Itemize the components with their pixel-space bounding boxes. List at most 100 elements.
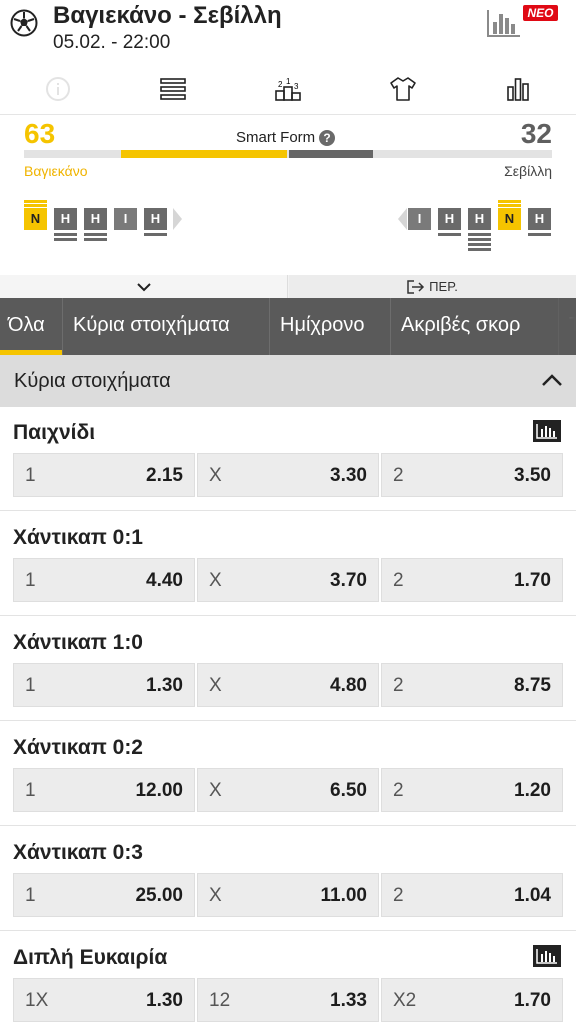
tab-main-bets[interactable]: Κύρια στοιχήματα [62,298,269,355]
more-button[interactable]: ΠΕΡ. [289,275,576,298]
form-comparison-bar [24,150,552,158]
form-marker [498,200,521,203]
tab-standings[interactable]: 213 [230,62,345,115]
tab-lineups[interactable] [345,62,460,115]
form-result: I [114,208,137,230]
odds-button[interactable]: 1 1.30 [13,663,195,707]
match-icon-tabs: 213 [0,62,576,115]
stats-icon[interactable] [533,420,561,442]
form-result: H [144,208,167,230]
market-title: Χάντικαπ 0:1 [13,526,143,549]
tab-info[interactable] [0,62,115,115]
form-marker [468,243,491,246]
market-category-tabs: Όλα Κύρια στοιχήματα Ημίχρονο Ακριβές σκ… [0,298,576,355]
tab-list[interactable] [115,62,230,115]
odds-label: X [209,675,222,696]
form-result: H [84,208,107,230]
help-icon[interactable]: ? [319,130,335,146]
form-marker [24,204,47,207]
odds-value: 8.75 [514,675,551,696]
form-marker [468,248,491,251]
form-marker [498,204,521,207]
match-datetime: 05.02. - 22:00 [53,32,171,53]
home-form-bar [121,150,287,158]
more-label: ΠΕΡ. [429,279,458,294]
form-marker [54,238,77,241]
away-recent-form: I H H N H [398,200,558,263]
odds-value: 6.50 [330,780,367,801]
odds-button[interactable]: 1X 1.30 [13,978,195,1022]
market-title: Χάντικαπ 0:2 [13,736,143,759]
odds-value: 3.50 [514,465,551,486]
odds-button[interactable]: 2 1.04 [381,873,563,917]
expand-button[interactable] [0,275,288,298]
info-icon [45,76,70,101]
odds-button[interactable]: X2 1.70 [381,978,563,1022]
odds-label: X2 [393,990,417,1011]
section-title: Κύρια στοιχήματα [14,370,171,392]
odds-value: 1.04 [514,885,551,906]
stats-icon[interactable] [533,945,561,967]
odds-button[interactable]: 2 8.75 [381,663,563,707]
odds-button[interactable]: X 3.70 [197,558,379,602]
tab-all[interactable]: Όλα [0,298,62,355]
home-team-name: Βαγιεκάνο [24,163,88,179]
odds-label: 12 [209,990,231,1011]
form-marker [468,233,491,236]
odds-button[interactable]: 1 4.40 [13,558,195,602]
odds-button[interactable]: 2 3.50 [381,453,563,497]
smart-form-label: Smart Form [236,129,316,146]
match-header: Βαγιεκάνο - Σεβίλλη 05.02. - 22:00 ΝΕΟ [0,0,576,62]
odds-value: 1.30 [146,675,183,696]
odds-label: 1 [25,780,36,801]
away-form-bar [289,150,373,158]
form-marker [24,200,47,203]
odds-button[interactable]: X 3.30 [197,453,379,497]
market-title: Διπλή Ευκαιρία [13,946,168,969]
market-match: Παιχνίδι 1 2.15 X 3.30 2 3.50 [0,407,576,511]
odds-button[interactable]: 2 1.70 [381,558,563,602]
odds-value: 1.33 [330,990,367,1011]
form-marker [438,233,461,236]
podium-icon: 2 13 [274,77,301,101]
odds-value: 4.80 [330,675,367,696]
form-arrow-left-icon [398,208,407,230]
section-header[interactable]: Κύρια στοιχήματα [0,355,576,407]
odds-button[interactable]: X 11.00 [197,873,379,917]
details-toggle-row: ΠΕΡ. [0,275,576,298]
odds-button[interactable]: 2 1.20 [381,768,563,812]
odds-value: 3.30 [330,465,367,486]
form-marker [84,233,107,236]
odds-label: 2 [393,465,404,486]
odds-button[interactable]: 1 2.15 [13,453,195,497]
shirt-icon [389,76,416,101]
odds-button[interactable]: X 4.80 [197,663,379,707]
form-marker [468,238,491,241]
market-handicap-0-3: Χάντικαπ 0:3 1 25.00 X 11.00 2 1.04 [0,827,576,931]
tab-half-time[interactable]: Ημίχρονο [269,298,390,355]
form-arrow-right-icon [173,208,182,230]
tabs-fade [528,298,576,355]
chevron-down-icon [136,282,151,291]
market-handicap-0-2: Χάντικαπ 0:2 1 12.00 X 6.50 2 1.20 [0,722,576,826]
odds-button[interactable]: 12 1.33 [197,978,379,1022]
odds-button[interactable]: 1 12.00 [13,768,195,812]
home-recent-form: N H H I H [24,200,184,263]
away-form-score: 32 [520,118,552,149]
odds-label: 1 [25,465,36,486]
svg-text:1: 1 [286,77,291,86]
odds-value: 11.00 [320,885,368,906]
form-result: H [468,208,491,230]
odds-button[interactable]: X 6.50 [197,768,379,812]
list-icon [159,77,186,100]
form-result: N [24,208,47,230]
odds-label: 2 [393,885,404,906]
tab-stats[interactable] [460,62,575,115]
odds-button[interactable]: 1 25.00 [13,873,195,917]
statistics-icon[interactable] [486,8,522,38]
odds-label: 2 [393,570,404,591]
odds-label: X [209,885,222,906]
chevron-up-icon[interactable] [540,369,564,393]
bar-chart-icon [506,77,529,101]
odds-value: 12.00 [135,780,183,801]
